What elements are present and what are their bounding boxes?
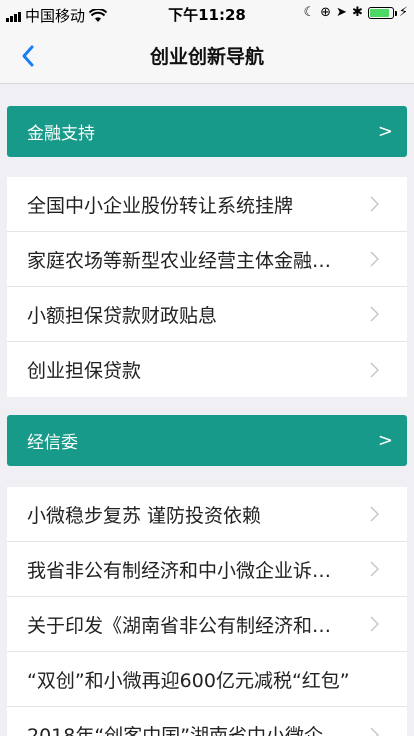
chevron-right-icon [370,561,379,577]
finance-list: 全国中小企业股份转让系统挂牌 家庭农场等新型农业经营主体金融… 小额担保贷款财政… [7,177,407,397]
chevron-right-icon [370,306,379,322]
list-item[interactable]: 创业担保贷款 [7,342,407,397]
page-title: 创业创新导航 [149,46,264,68]
list-item-label: 小微稳步复苏 谨防投资依赖 [27,504,262,527]
list-item-label: “双创”和小微再迎600亿元减税“红包” [27,669,350,692]
list-item-label: 关于印发《湖南省非公有制经济和… [27,614,332,637]
list-item-label: 2018年“创客中国”湖南省中小微企… [27,725,343,736]
chevron-right-icon [370,196,379,212]
location-icon: ➤ [336,5,347,20]
status-right: ☾ ⊕ ➤ ✱ ⚡ [303,5,408,20]
list-item[interactable]: 全国中小企业股份转让系统挂牌 [7,177,407,232]
chevron-right-icon [370,361,379,378]
chevron-right-icon [370,616,379,632]
section-title: 金融支持 [27,124,95,144]
back-button[interactable] [10,38,46,74]
battery-icon [367,6,397,19]
list-item[interactable]: “双创”和小微再迎600亿元减税“红包” [7,652,407,707]
list-item-label: 创业担保贷款 [27,360,142,382]
list-item-label: 我省非公有制经济和中小微企业诉… [27,559,332,582]
chevron-right-icon [370,506,379,522]
charging-icon: ⚡ [398,5,408,20]
list-item-label: 家庭农场等新型农业经营主体金融… [27,249,332,272]
list-item-label: 小额担保贷款财政贴息 [27,304,218,327]
chevron-right-icon: > [377,430,393,451]
list-item[interactable]: 小微稳步复苏 谨防投资依赖 [7,487,407,542]
section-header-finance[interactable]: 金融支持 > [7,106,407,157]
chevron-left-icon [22,45,34,67]
chevron-right-icon [370,251,379,267]
chevron-right-icon: > [377,121,393,142]
econ-info-list: 小微稳步复苏 谨防投资依赖 我省非公有制经济和中小微企业诉… 关于印发《湖南省非… [7,487,407,736]
section-header-econ-info[interactable]: 经信委 > [7,415,407,466]
section-title: 经信委 [27,433,78,453]
bluetooth-icon: ✱ [351,5,363,20]
list-item-label: 全国中小企业股份转让系统挂牌 [27,194,294,217]
status-bar: 中国移动 下午11:28 ☾ ⊕ ➤ ✱ ⚡ [0,0,414,28]
moon-icon: ☾ [303,5,316,20]
orientation-lock-icon: ⊕ [320,5,332,20]
list-item[interactable]: 我省非公有制经济和中小微企业诉… [7,542,407,597]
chevron-right-icon [370,726,379,736]
nav-bar: 创业创新导航 [0,28,414,84]
list-item[interactable]: 家庭农场等新型农业经营主体金融… [7,232,407,287]
list-item[interactable]: 2018年“创客中国”湖南省中小微企… [7,707,407,736]
list-item[interactable]: 关于印发《湖南省非公有制经济和… [7,597,407,652]
list-item[interactable]: 小额担保贷款财政贴息 [7,287,407,342]
